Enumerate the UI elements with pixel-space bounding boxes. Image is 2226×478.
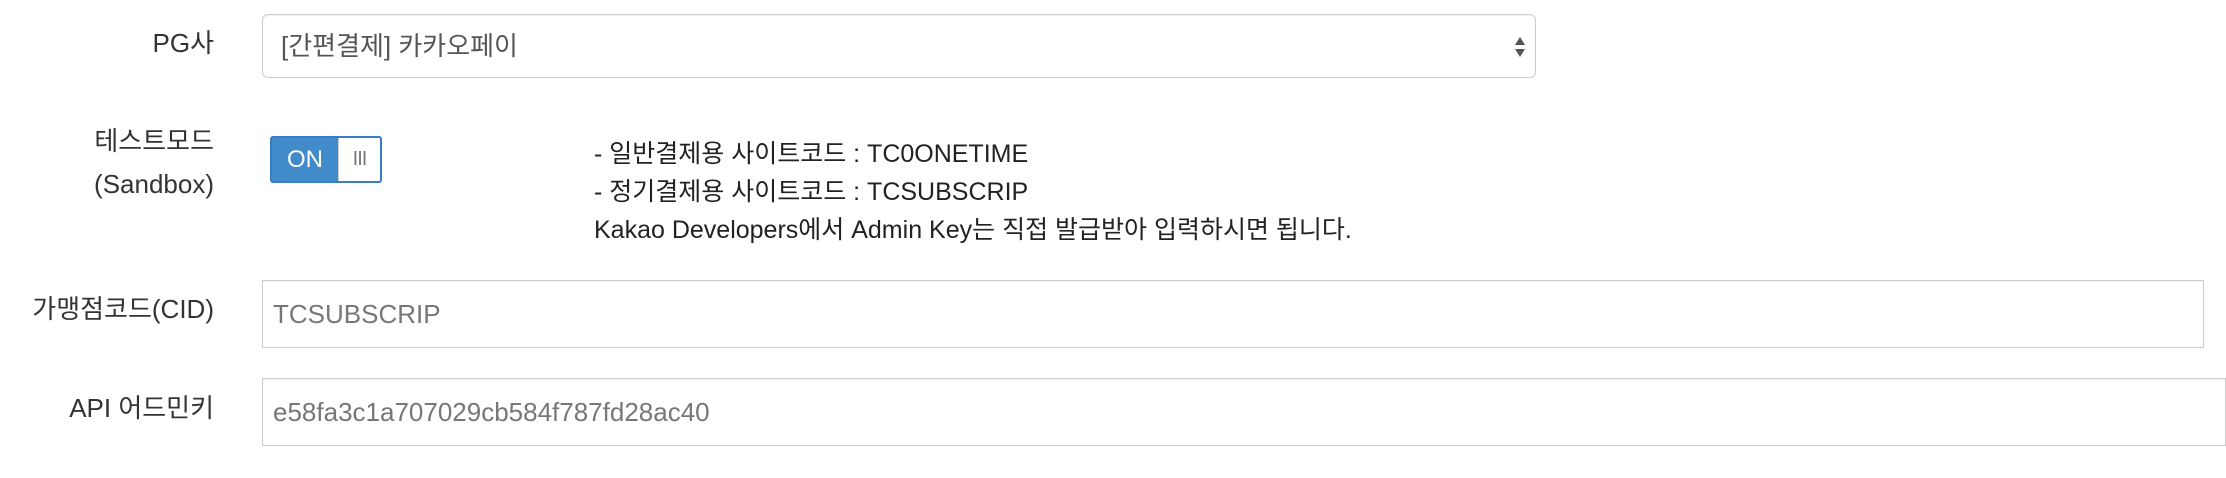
api-key-label: API 어드민키: [69, 393, 214, 423]
pg-select[interactable]: [간편결제] 카카오페이: [262, 14, 1536, 78]
payment-settings-form: PG사 [간편결제] 카카오페이 테스트모드 (Sandbox) ON III …: [0, 0, 2226, 478]
help-text: - 일반결제용 사이트코드 : TC0ONETIME - 정기결제용 사이트코드…: [594, 135, 1352, 249]
cid-input[interactable]: TCSUBSCRIP: [262, 280, 2204, 348]
test-mode-label: 테스트모드 (Sandbox): [94, 120, 214, 206]
toggle-on-label: ON: [272, 138, 338, 181]
cid-label: 가맹점코드(CID): [32, 294, 214, 324]
select-arrows-icon: [1515, 37, 1525, 57]
help-line-admin-key: Kakao Developers에서 Admin Key는 직접 발급받아 입력…: [594, 216, 1352, 244]
sandbox-toggle[interactable]: ON III: [270, 136, 382, 183]
pg-label: PG사: [152, 28, 215, 58]
test-mode-label-line2: (Sandbox): [94, 169, 214, 199]
pg-select-value: [간편결제] 카카오페이: [281, 31, 518, 61]
help-line-subscription: - 정기결제용 사이트코드 : TCSUBSCRIP: [594, 178, 1029, 206]
test-mode-label-line1: 테스트모드: [94, 126, 214, 156]
api-key-input[interactable]: e58fa3c1a707029cb584f787fd28ac40: [262, 378, 2226, 446]
help-line-onetime: - 일반결제용 사이트코드 : TC0ONETIME: [594, 140, 1029, 168]
toggle-handle-grip-icon[interactable]: III: [338, 138, 380, 181]
